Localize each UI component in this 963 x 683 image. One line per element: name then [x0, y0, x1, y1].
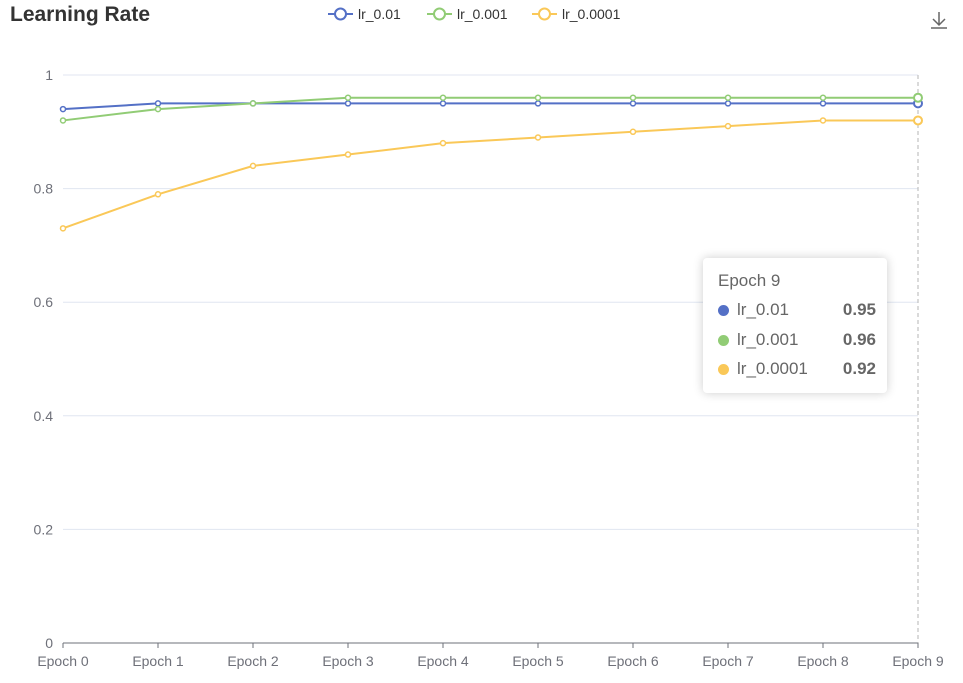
tooltip: Epoch 9 lr_0.01 0.95 lr_0.001 0.96 lr_0.… — [703, 258, 887, 393]
x-tick-label: Epoch 0 — [37, 653, 89, 669]
y-tick-label: 1 — [45, 67, 53, 83]
data-point — [913, 115, 923, 126]
data-point — [819, 94, 827, 101]
x-tick-label: Epoch 7 — [702, 653, 754, 669]
data-point — [819, 117, 827, 124]
data-point — [534, 100, 542, 107]
data-point — [59, 117, 67, 124]
tooltip-title: Epoch 9 — [718, 271, 781, 290]
data-point — [344, 100, 352, 107]
tooltip-series-value: 0.96 — [842, 330, 876, 349]
data-point — [724, 100, 732, 107]
data-point — [629, 100, 637, 107]
x-tick-label: Epoch 8 — [797, 653, 849, 669]
x-tick-label: Epoch 5 — [512, 653, 564, 669]
legend-label: lr_0.001 — [457, 6, 508, 22]
data-point — [534, 134, 542, 141]
series-marker-icon — [718, 364, 729, 375]
series-marker-icon — [718, 335, 729, 346]
data-point — [439, 139, 447, 147]
data-point — [534, 94, 542, 101]
y-tick-label: 0.6 — [34, 294, 54, 310]
y-tick-label: 0.4 — [34, 408, 54, 424]
series-line — [62, 96, 918, 122]
data-point — [59, 225, 67, 232]
data-point — [913, 92, 923, 103]
data-point — [819, 100, 827, 107]
x-tick-label: Epoch 1 — [132, 653, 184, 669]
series-line — [62, 119, 918, 230]
data-point — [59, 105, 67, 113]
data-point — [249, 100, 257, 107]
tooltip-series-name: lr_0.0001 — [737, 359, 808, 378]
data-point — [629, 128, 637, 136]
data-point — [154, 100, 162, 107]
data-point — [629, 94, 637, 101]
legend-item[interactable]: lr_0.01 — [328, 6, 401, 22]
x-tick-label: Epoch 2 — [227, 653, 279, 669]
legend-label: lr_0.0001 — [562, 6, 621, 22]
x-tick-label: Epoch 3 — [322, 653, 374, 669]
tooltip-series-value: 0.95 — [842, 300, 876, 319]
series-marker-icon — [718, 305, 729, 316]
data-point — [344, 94, 352, 101]
data-point — [249, 162, 257, 170]
x-tick-label: Epoch 4 — [417, 653, 469, 669]
legend-marker-icon — [433, 7, 446, 21]
data-point — [344, 151, 352, 158]
data-point — [724, 94, 732, 101]
tooltip-row: lr_0.01 0.95 — [718, 300, 876, 322]
y-tick-label: 0.2 — [34, 521, 54, 537]
tooltip-series-name: lr_0.01 — [737, 300, 789, 319]
legend-marker-icon — [538, 7, 551, 21]
y-tick-label: 0 — [45, 635, 53, 651]
tooltip-series-name: lr_0.001 — [737, 330, 799, 349]
data-point — [154, 191, 162, 198]
tooltip-series-value: 0.92 — [842, 359, 876, 378]
data-point — [439, 100, 447, 107]
data-point — [439, 94, 447, 101]
tooltip-row: lr_0.001 0.96 — [718, 330, 876, 352]
legend-marker-icon — [334, 7, 347, 21]
data-point — [154, 105, 162, 113]
legend-item[interactable]: lr_0.001 — [427, 6, 508, 22]
legend-label: lr_0.01 — [358, 6, 401, 22]
y-tick-label: 0.8 — [34, 181, 54, 197]
data-point — [724, 122, 732, 130]
x-tick-label: Epoch 9 — [892, 653, 944, 669]
legend-item[interactable]: lr_0.0001 — [532, 6, 621, 22]
x-tick-label: Epoch 6 — [607, 653, 659, 669]
tooltip-row: lr_0.0001 0.92 — [718, 359, 876, 381]
